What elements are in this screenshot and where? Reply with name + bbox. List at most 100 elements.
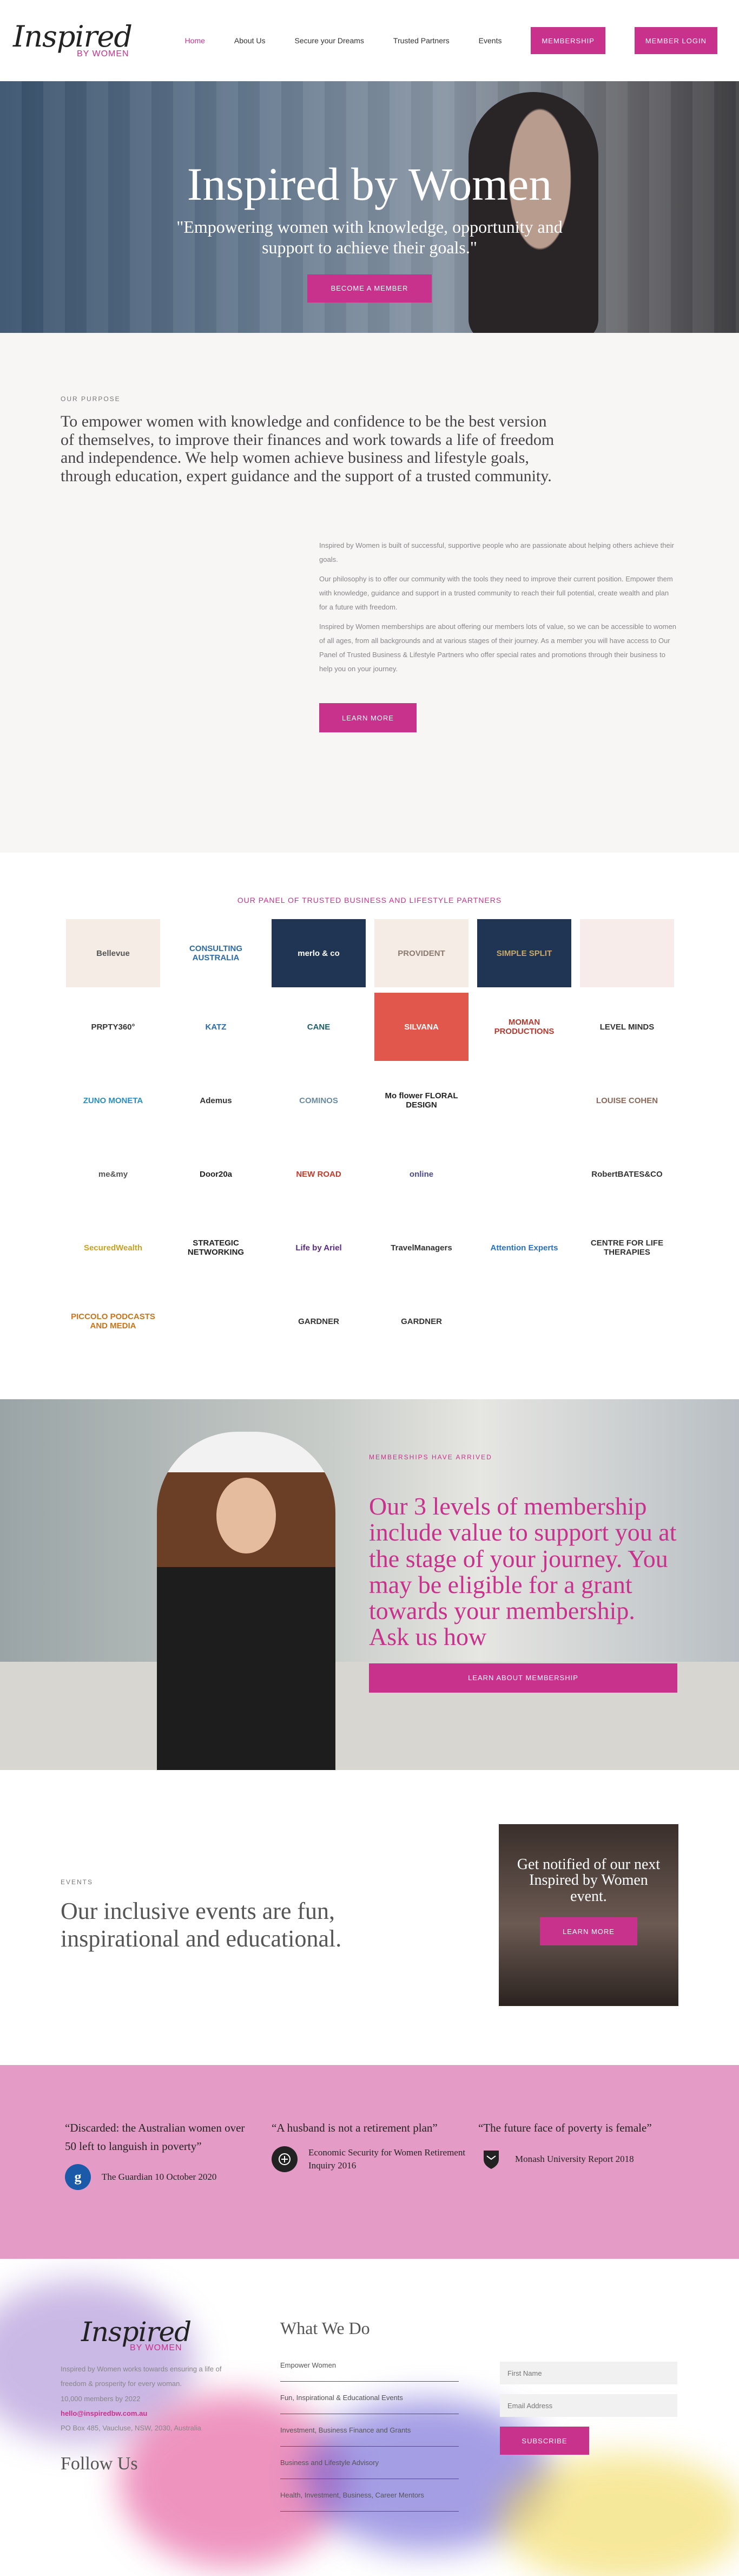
partner-logo[interactable]: CONSULTING AUSTRALIA <box>169 919 263 987</box>
partner-logo[interactable]: GARDNER <box>374 1287 469 1355</box>
member-login-button[interactable]: MEMBER LOGIN <box>634 27 717 54</box>
footer-email-link[interactable]: hello@inspiredbw.com.au <box>61 2406 245 2421</box>
events-eyebrow: EVENTS <box>61 1878 94 1886</box>
partner-logo-label: NEW ROAD <box>296 1169 341 1179</box>
what-we-do-item[interactable]: Investment, Business Finance and Grants <box>280 2414 459 2447</box>
partner-logo[interactable] <box>580 919 674 987</box>
partner-logo-label: LOUISE COHEN <box>596 1096 658 1105</box>
become-member-button[interactable]: BECOME A MEMBER <box>307 274 432 303</box>
partner-logo[interactable]: NEW ROAD <box>272 1140 366 1208</box>
guardian-icon: g <box>65 2164 91 2191</box>
partner-logo-label: SecuredWealth <box>83 1243 143 1253</box>
partner-logo-label: RobertBATES&CO <box>591 1169 663 1179</box>
partner-logo[interactable]: ZUNO MONETA <box>66 1066 160 1135</box>
footer-logo[interactable]: Inspired BY WOMEN <box>81 2318 211 2353</box>
partner-logo[interactable]: PICCOLO PODCASTS AND MEDIA <box>66 1287 160 1355</box>
partner-logo[interactable]: Life by Ariel <box>272 1214 366 1282</box>
purpose-body: Inspired by Women is built of successful… <box>319 539 676 681</box>
email-field[interactable] <box>500 2394 677 2417</box>
learn-more-button[interactable]: LEARN MORE <box>319 703 417 732</box>
partner-logo[interactable]: GARDNER <box>272 1287 366 1355</box>
main-menu: Home About Us Secure your Dreams Trusted… <box>185 27 717 54</box>
partner-logo[interactable]: PRPTY360° <box>66 993 160 1061</box>
partner-logo[interactable]: SIMPLE SPLIT <box>477 919 571 987</box>
partner-logo-label: PICCOLO PODCASTS AND MEDIA <box>71 1312 155 1330</box>
quote-source: Economic Security for Women Retirement I… <box>308 2147 466 2171</box>
nav-trusted-partners[interactable]: Trusted Partners <box>393 36 450 45</box>
partner-logo[interactable]: Door20a <box>169 1140 263 1208</box>
partner-logo[interactable]: LOUISE COHEN <box>580 1066 674 1135</box>
partner-logo-label: PRPTY360° <box>91 1022 135 1032</box>
partner-logo[interactable]: SILVANA <box>374 993 469 1061</box>
partner-logo-label: CENTRE FOR LIFE THERAPIES <box>590 1238 664 1257</box>
partner-logo-label: TravelManagers <box>391 1243 452 1253</box>
partner-logo[interactable]: RobertBATES&CO <box>580 1140 674 1208</box>
membership-button[interactable]: MEMBERSHIP <box>531 27 605 54</box>
membership-heading: Our 3 levels of membership include value… <box>369 1492 677 1651</box>
partner-logo[interactable]: online <box>374 1140 469 1208</box>
partner-logo[interactable] <box>169 1287 263 1355</box>
partner-logo[interactable]: PROVIDENT <box>374 919 469 987</box>
nav-home[interactable]: Home <box>185 36 205 45</box>
logo-tagline: BY WOMEN <box>130 2343 182 2352</box>
inquiry-icon <box>272 2146 298 2172</box>
nav-secure-your-dreams[interactable]: Secure your Dreams <box>295 36 364 45</box>
first-name-field[interactable] <box>500 2362 677 2384</box>
logo-tagline: BY WOMEN <box>77 49 129 58</box>
monash-shield-icon <box>478 2146 504 2172</box>
partner-logo-label: KATZ <box>205 1022 227 1032</box>
what-we-do-item[interactable]: Fun, Inspirational & Educational Events <box>280 2382 459 2414</box>
event-card-text: Get notified of our next Inspired by Wom… <box>517 1856 661 1905</box>
partner-logo-label: SILVANA <box>404 1022 439 1032</box>
partner-logo[interactable] <box>477 1066 571 1135</box>
partner-logo[interactable]: KATZ <box>169 993 263 1061</box>
partner-logo[interactable]: MOMAN PRODUCTIONS <box>477 993 571 1061</box>
partner-logo[interactable]: merlo & co <box>272 919 366 987</box>
top-navigation: Inspired BY WOMEN Home About Us Secure y… <box>0 0 739 81</box>
partner-logo-label: Attention Experts <box>490 1243 558 1253</box>
footer-address: PO Box 485, Vaucluse, NSW, 2030, Austral… <box>61 2424 201 2433</box>
partner-logo[interactable]: Attention Experts <box>477 1214 571 1282</box>
what-we-do-item[interactable]: Health, Investment, Business, Career Men… <box>280 2479 459 2512</box>
hero-subtitle: "Empowering women with knowledge, opport… <box>176 217 563 258</box>
partner-logo[interactable]: Ademus <box>169 1066 263 1135</box>
quote-text: “Discarded: the Australian women over 50… <box>65 2121 245 2153</box>
partner-logo[interactable]: SecuredWealth <box>66 1214 160 1282</box>
partner-logo[interactable]: CANE <box>272 993 366 1061</box>
partner-logo[interactable] <box>477 1287 571 1355</box>
partner-logo[interactable]: CENTRE FOR LIFE THERAPIES <box>580 1214 674 1282</box>
partner-logo-label: GARDNER <box>298 1316 339 1326</box>
nav-about-us[interactable]: About Us <box>234 36 266 45</box>
partner-logo[interactable]: COMINOS <box>272 1066 366 1135</box>
quote-text: “The future face of poverty is female” <box>478 2121 652 2134</box>
partner-logo-label: Life by Ariel <box>295 1243 342 1253</box>
what-we-do-item[interactable]: Empower Women <box>280 2349 459 2382</box>
quote-source: The Guardian 10 October 2020 <box>102 2172 217 2182</box>
nav-events[interactable]: Events <box>479 36 502 45</box>
quote-text: “A husband is not a retirement plan” <box>272 2121 438 2134</box>
event-learn-more-button[interactable]: LEARN MORE <box>540 1917 637 1946</box>
learn-about-membership-button[interactable]: LEARN ABOUT MEMBERSHIP <box>369 1663 677 1693</box>
partner-logo[interactable]: Mo flower FLORAL DESIGN <box>374 1066 469 1135</box>
partner-logo[interactable]: TravelManagers <box>374 1214 469 1282</box>
partners-heading: OUR PANEL OF TRUSTED BUSINESS AND LIFEST… <box>237 896 502 904</box>
follow-us-heading: Follow Us <box>61 2454 138 2474</box>
event-notify-card: Get notified of our next Inspired by Wom… <box>499 1824 678 2006</box>
partner-logo[interactable] <box>477 1140 571 1208</box>
site-logo[interactable]: Inspired BY WOMEN <box>13 22 143 59</box>
purpose-heading: To empower women with knowledge and conf… <box>61 412 555 485</box>
quote-source: Monash University Report 2018 <box>515 2153 634 2164</box>
footer-mission: Inspired by Women works towards ensuring… <box>61 2365 222 2388</box>
partner-logo[interactable]: STRATEGIC NETWORKING <box>169 1214 263 1282</box>
what-we-do-item[interactable]: Business and Lifestyle Advisory <box>280 2447 459 2479</box>
partner-logo-grid: Bellevue CONSULTING AUSTRALIA merlo & co PR… <box>66 919 674 1355</box>
partner-logo[interactable]: me&my <box>66 1140 160 1208</box>
subscribe-button[interactable]: SUBSCRIBE <box>500 2427 589 2455</box>
hero-banner: Inspired by Women "Empowering women with… <box>0 81 739 333</box>
footer-what-we-do: What We Do Empower Women Fun, Inspiratio… <box>280 2318 459 2512</box>
hero-title: Inspired by Women <box>187 158 552 210</box>
purpose-paragraph: Inspired by Women is built of successful… <box>319 541 674 563</box>
partner-logo[interactable]: Bellevue <box>66 919 160 987</box>
partner-logo[interactable]: LEVEL MINDS <box>580 993 674 1061</box>
partner-logo-label: LEVEL MINDS <box>599 1022 655 1032</box>
